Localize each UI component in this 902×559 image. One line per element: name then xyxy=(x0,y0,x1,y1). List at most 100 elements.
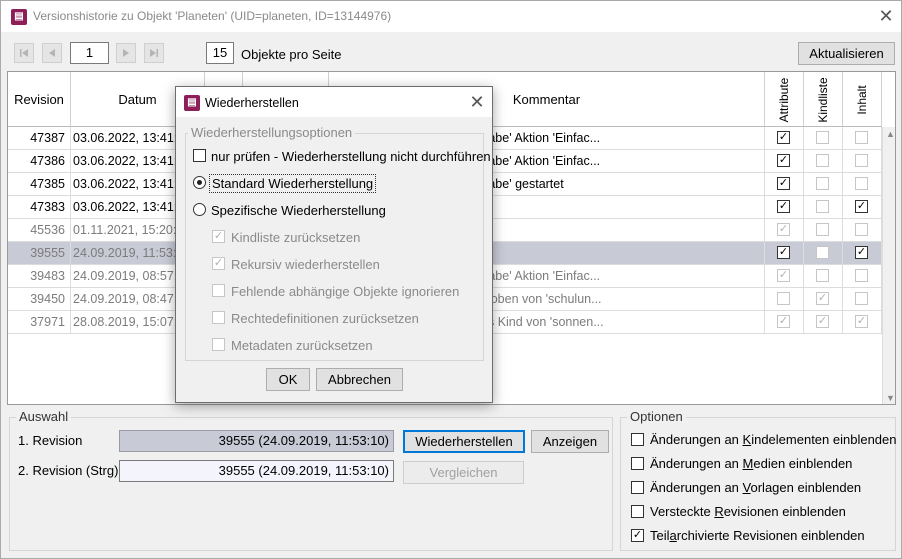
content-checkbox xyxy=(855,131,868,144)
column-header-childlist[interactable]: Kindliste xyxy=(804,72,843,127)
option-checkbox[interactable] xyxy=(631,457,644,470)
flag-cell: ✓ xyxy=(804,311,843,333)
flag-cell xyxy=(765,288,804,310)
specific-restore-label: Spezifische Wiederherstellung xyxy=(211,203,386,218)
flag-cell xyxy=(843,150,882,172)
attribute-checkbox: ✓ xyxy=(777,200,790,213)
per-page-input[interactable]: 15 xyxy=(206,42,234,64)
content-checkbox xyxy=(855,223,868,236)
dialog-logo-icon: ▤ xyxy=(184,95,200,111)
childlist-checkbox xyxy=(816,154,829,167)
restore-suboption-checkbox[interactable] xyxy=(212,338,225,351)
flag-cell xyxy=(804,150,843,172)
revision-cell: 47387 xyxy=(8,127,71,149)
cancel-button[interactable]: Abbrechen xyxy=(316,368,403,391)
flag-cell: ✓ xyxy=(843,311,882,333)
column-header-content[interactable]: Inhalt xyxy=(843,72,882,127)
revision-2-field[interactable]: 39555 (24.09.2019, 11:53:10) xyxy=(119,460,394,482)
refresh-button[interactable]: Aktualisieren xyxy=(798,42,895,65)
content-checkbox: ✓ xyxy=(855,246,868,259)
compare-button[interactable]: Vergleichen xyxy=(403,461,524,484)
option-label-suffix: orlagen einblenden xyxy=(750,480,862,495)
prev-page-icon xyxy=(49,49,55,57)
option-label: Änderungen an Vorlagen einblenden xyxy=(650,480,861,495)
restore-suboption-checkbox[interactable]: ✓ xyxy=(212,230,225,243)
flag-cell xyxy=(804,219,843,241)
column-header-attribute[interactable]: Attribute xyxy=(765,72,804,127)
first-page-icon xyxy=(20,49,28,57)
restore-suboption-label: Fehlende abhängige Objekte ignorieren xyxy=(231,284,460,299)
last-page-icon xyxy=(150,49,158,57)
option-label: Versteckte Revisionen einblenden xyxy=(650,504,846,519)
option-label-accesskey: M xyxy=(742,456,754,471)
option-label-prefix: Teil xyxy=(650,528,670,543)
flag-cell: ✓ xyxy=(765,173,804,195)
revision-cell: 37971 xyxy=(8,311,71,333)
dialog-title-bar: ▤ Wiederherstellen ✕ xyxy=(176,87,492,117)
ok-button[interactable]: OK xyxy=(266,368,310,391)
version-history-window: ▤ Versionshistorie zu Objekt 'Planeten' … xyxy=(0,0,902,559)
scroll-up-icon[interactable]: ▲ xyxy=(886,129,895,139)
first-page-button[interactable] xyxy=(14,43,34,63)
revision-cell: 47385 xyxy=(8,173,71,195)
option-label-accesskey: R xyxy=(714,504,724,519)
flag-cell xyxy=(804,127,843,149)
check-only-checkbox[interactable] xyxy=(193,149,206,162)
option-checkbox[interactable]: ✓ xyxy=(631,529,644,542)
page-number-input[interactable]: 1 xyxy=(70,42,109,64)
attribute-checkbox: ✓ xyxy=(777,154,790,167)
restore-suboption-checkbox[interactable] xyxy=(212,311,225,324)
next-page-button[interactable] xyxy=(116,43,136,63)
option-label-accesskey: V xyxy=(742,480,751,495)
attribute-checkbox: ✓ xyxy=(777,269,790,282)
childlist-checkbox: ✓ xyxy=(816,315,829,328)
close-icon[interactable]: ✕ xyxy=(877,7,895,25)
option-label-prefix: Änderungen an xyxy=(650,456,743,471)
restore-suboption-checkbox[interactable] xyxy=(212,284,225,297)
flag-cell xyxy=(843,288,882,310)
option-label: Änderungen an Kindelementen einblenden xyxy=(650,432,897,447)
flag-cell: ✓ xyxy=(765,196,804,218)
content-checkbox: ✓ xyxy=(855,315,868,328)
restore-options-title: Wiederherstellungsoptionen xyxy=(188,125,356,140)
table-scrollbar[interactable]: ▲ ▼ xyxy=(882,127,895,404)
restore-button[interactable]: Wiederherstellen xyxy=(403,430,525,453)
childlist-checkbox xyxy=(816,131,829,144)
flag-cell: ✓ xyxy=(843,242,882,264)
option-label: Änderungen an Medien einblenden xyxy=(650,456,852,471)
restore-dialog: ▤ Wiederherstellen ✕ Wiederherstellungso… xyxy=(175,86,493,403)
specific-restore-radio[interactable] xyxy=(193,203,206,216)
restore-suboption-checkbox[interactable]: ✓ xyxy=(212,257,225,270)
flag-cell xyxy=(843,173,882,195)
last-page-button[interactable] xyxy=(144,43,164,63)
option-label-suffix: evisionen einblenden xyxy=(723,504,846,519)
childlist-checkbox xyxy=(816,246,829,259)
option-label-prefix: Änderungen an xyxy=(650,480,743,495)
options-group-title: Optionen xyxy=(627,409,686,424)
next-page-icon xyxy=(123,49,129,57)
radio-selected-dot xyxy=(197,180,202,185)
attribute-checkbox: ✓ xyxy=(777,131,790,144)
option-label-accesskey: a xyxy=(669,528,677,543)
option-label-suffix: indelementen einblenden xyxy=(751,432,897,447)
childlist-header-label: Kindliste xyxy=(816,77,830,123)
childlist-checkbox xyxy=(816,223,829,236)
attribute-header-label: Attribute xyxy=(777,77,791,123)
prev-page-button[interactable] xyxy=(42,43,62,63)
childlist-checkbox xyxy=(816,177,829,190)
childlist-checkbox xyxy=(816,269,829,282)
revision-cell: 39483 xyxy=(8,265,71,287)
attribute-checkbox: ✓ xyxy=(777,315,790,328)
revision-1-field[interactable]: 39555 (24.09.2019, 11:53:10) xyxy=(119,430,394,452)
column-header-revision[interactable]: Revision xyxy=(8,72,71,127)
standard-restore-radio[interactable] xyxy=(193,176,206,189)
per-page-label: Objekte pro Seite xyxy=(241,47,342,62)
dialog-close-icon[interactable]: ✕ xyxy=(468,93,486,111)
scroll-down-icon[interactable]: ▼ xyxy=(886,393,895,403)
revision-1-label: 1. Revision xyxy=(18,433,83,448)
option-checkbox[interactable] xyxy=(631,433,644,446)
option-checkbox[interactable] xyxy=(631,481,644,494)
option-checkbox[interactable] xyxy=(631,505,644,518)
option-label: Teilarchivierte Revisionen einblenden xyxy=(650,528,865,543)
show-button[interactable]: Anzeigen xyxy=(531,430,609,453)
